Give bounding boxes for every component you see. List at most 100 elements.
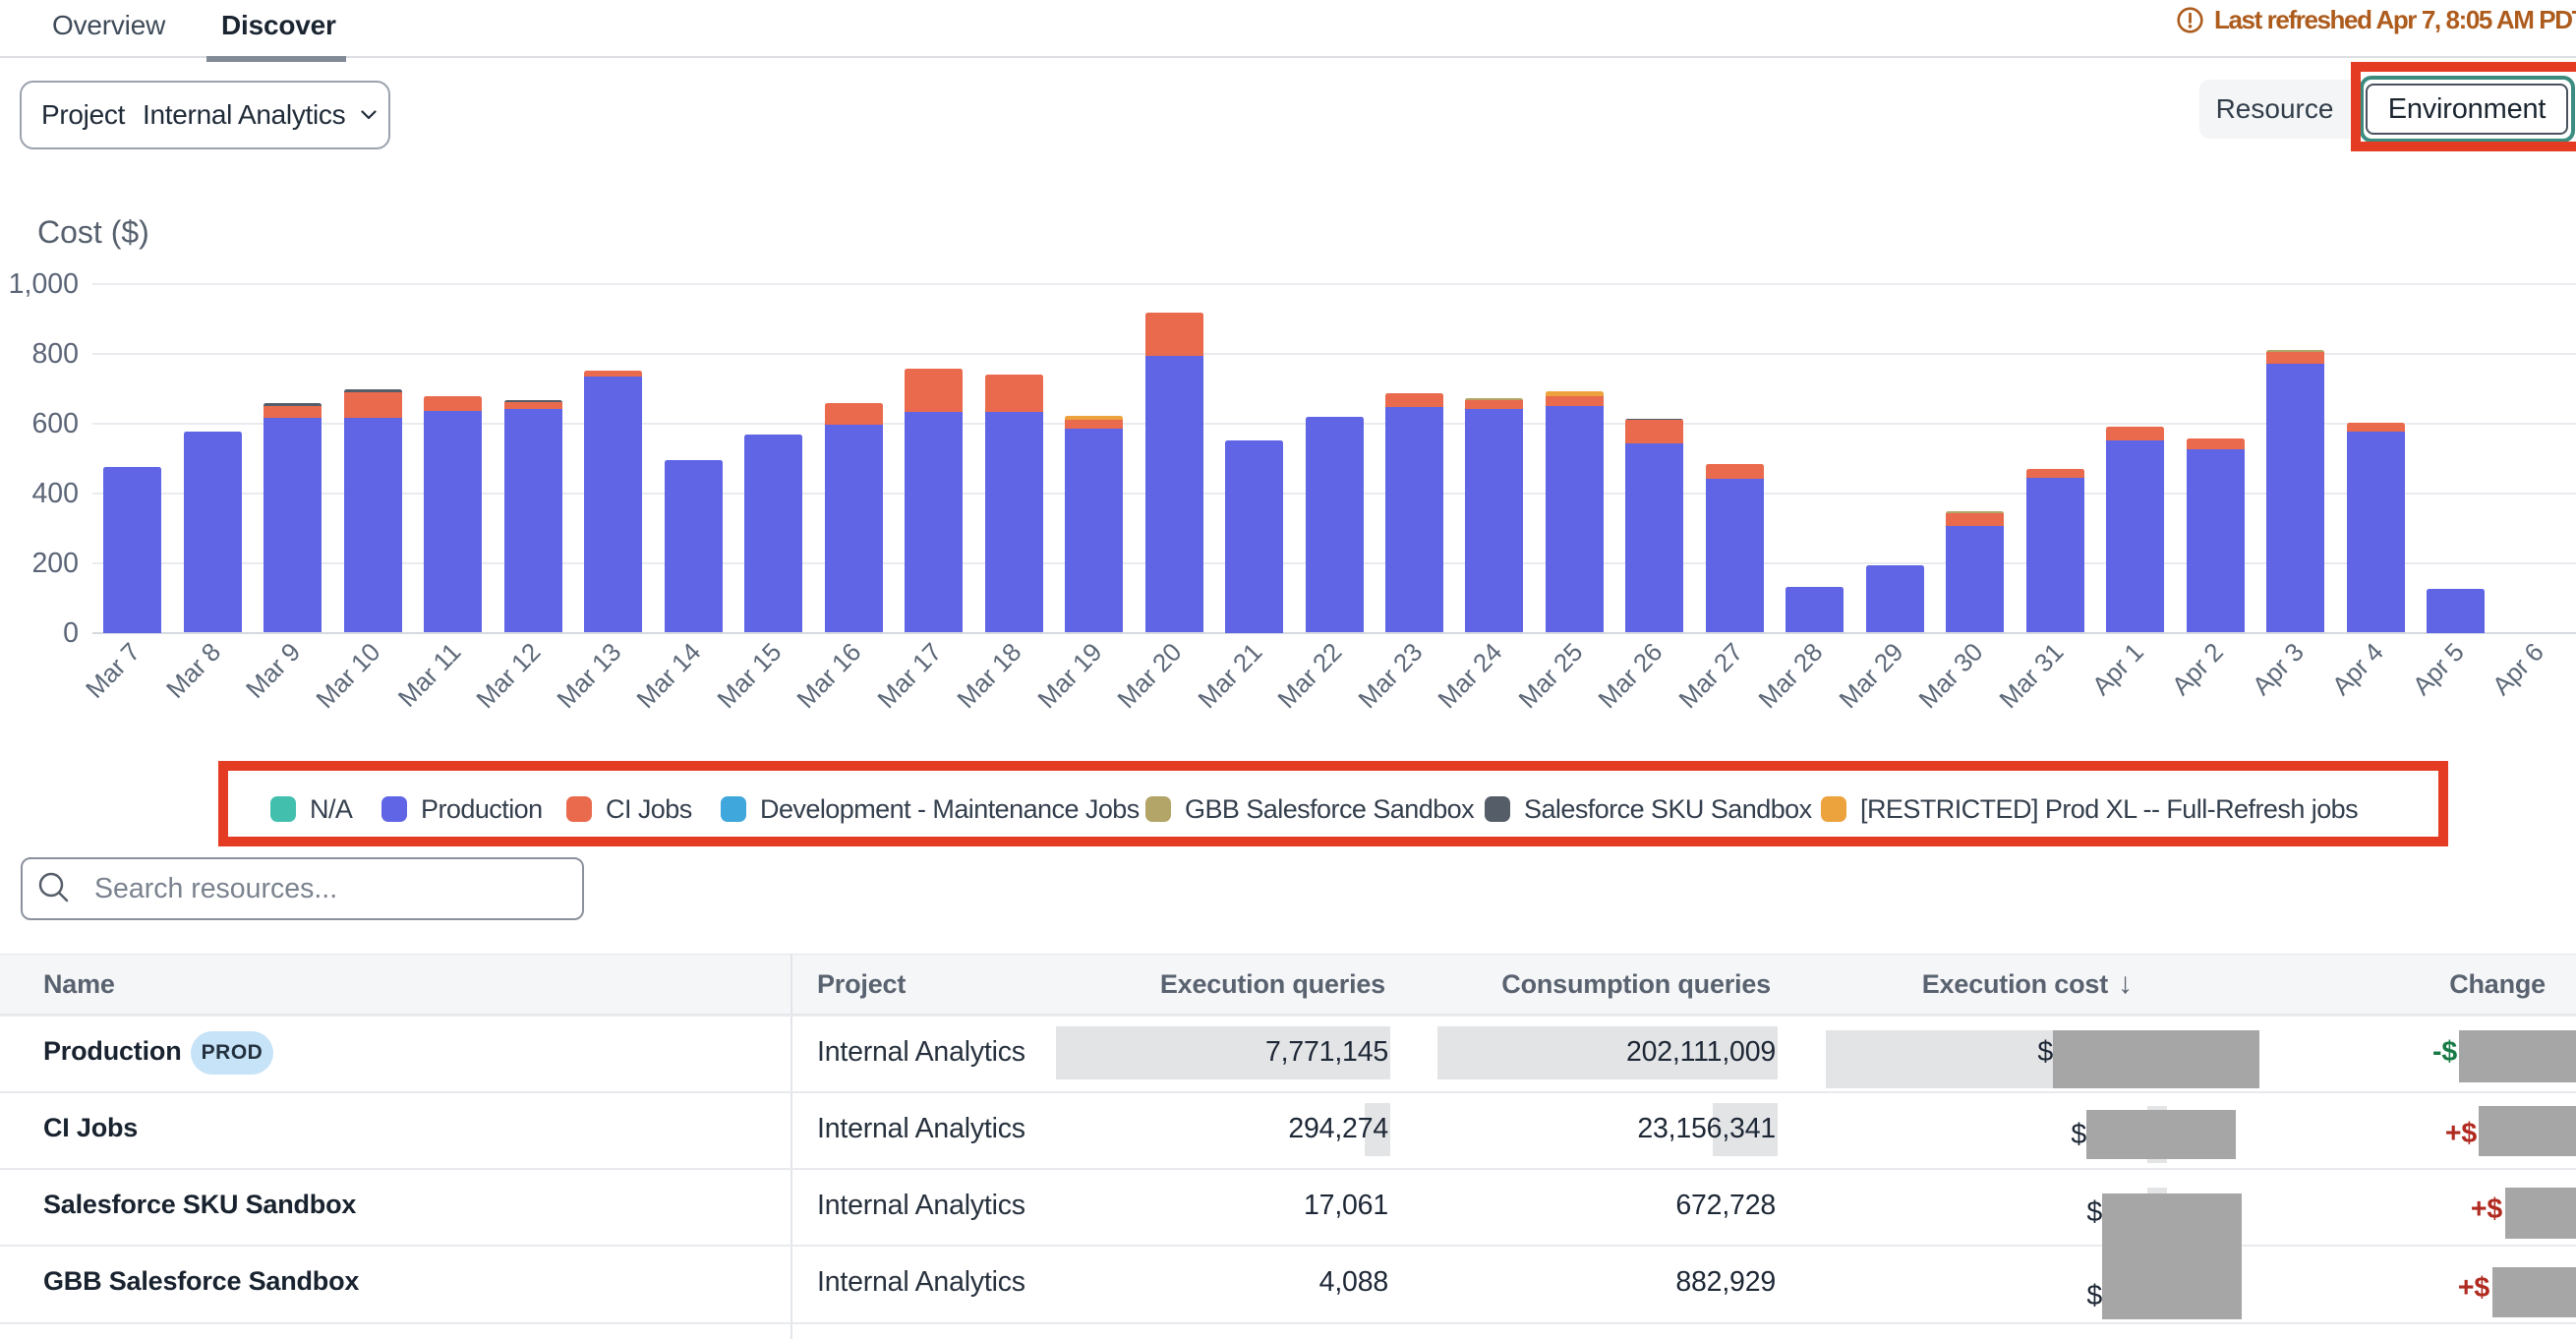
row-name[interactable]: Salesforce SKU Sandbox: [43, 1190, 356, 1220]
bar-segment: [985, 375, 1043, 412]
bar-mar-7[interactable]: [103, 467, 161, 633]
bar-mar-26[interactable]: [1625, 419, 1683, 632]
row-consumption-queries: 882,929: [1675, 1266, 1776, 1299]
bar-mar-31[interactable]: [2026, 469, 2084, 632]
bar-mar-13[interactable]: [584, 371, 642, 633]
bar-mar-15[interactable]: [744, 435, 802, 632]
bar-segment: [905, 412, 963, 632]
row-name[interactable]: Production: [43, 1036, 182, 1067]
x-axis-tick-label: Mar 23: [1352, 637, 1429, 715]
x-axis-tick-label: Mar 24: [1433, 637, 1509, 715]
y-axis-tick-label: 800: [0, 338, 79, 370]
x-axis-tick-label: Mar 28: [1753, 637, 1830, 715]
row-consumption-queries: 672,728: [1675, 1190, 1776, 1222]
x-axis-tick-label: Mar 20: [1112, 637, 1189, 715]
bar-mar-16[interactable]: [825, 403, 883, 632]
row-border: [0, 1168, 2576, 1170]
row-change: +$: [2471, 1193, 2502, 1226]
bar-mar-23[interactable]: [1385, 393, 1443, 633]
row-execution-cost: $: [2037, 1036, 2053, 1069]
search-resources-input[interactable]: Search resources...: [21, 857, 584, 920]
column-header-name[interactable]: Name: [43, 969, 115, 1000]
y-axis-tick-label: 400: [0, 478, 79, 509]
bar-apr-4[interactable]: [2347, 423, 2405, 633]
x-axis-tick-label: Mar 12: [471, 637, 548, 715]
bar-segment: [2106, 440, 2164, 632]
cost-bar-chart: 02004006008001,000Mar 7Mar 8Mar 9Mar 10M…: [0, 0, 2576, 767]
bar-mar-30[interactable]: [1946, 511, 2004, 633]
bar-segment: [504, 409, 562, 633]
column-header-change[interactable]: Change: [2449, 969, 2546, 1000]
x-axis-tick-label: Mar 7: [80, 637, 146, 705]
bar-mar-18[interactable]: [985, 375, 1043, 633]
bar-mar-11[interactable]: [424, 396, 482, 632]
bar-mar-20[interactable]: [1145, 313, 1203, 632]
gridline-y-1000: [92, 283, 2576, 285]
bar-mar-22[interactable]: [1306, 417, 1364, 633]
bar-mar-25[interactable]: [1546, 391, 1604, 633]
resources-table: Name Project Execution queries Consumption …: [0, 944, 2576, 1339]
column-header-consumption-queries[interactable]: Consumption queries: [1501, 969, 1771, 1000]
bar-apr-2[interactable]: [2187, 438, 2245, 632]
x-axis-tick-label: Mar 13: [551, 637, 627, 715]
y-axis-tick-label: 0: [0, 617, 79, 649]
bar-segment: [744, 435, 802, 632]
bar-segment: [825, 425, 883, 633]
bar-segment: [1465, 409, 1523, 633]
bar-mar-8[interactable]: [184, 432, 242, 633]
bar-mar-21[interactable]: [1225, 440, 1283, 632]
column-header-execution-cost[interactable]: Execution cost: [1922, 969, 2108, 1000]
y-axis-tick-label: 600: [0, 408, 79, 439]
bar-segment: [1866, 565, 1924, 633]
x-axis-tick-label: Mar 25: [1512, 637, 1589, 715]
bar-segment: [1065, 429, 1123, 632]
x-axis-tick-label: Mar 15: [711, 637, 788, 715]
row-execution-cost: $: [2086, 1196, 2102, 1229]
row-border: [0, 1322, 2576, 1324]
bar-segment: [2106, 427, 2164, 440]
bar-mar-14[interactable]: [665, 460, 723, 633]
column-header-project[interactable]: Project: [817, 969, 906, 1000]
bar-mar-28[interactable]: [1786, 587, 1844, 632]
bar-mar-27[interactable]: [1706, 464, 1764, 633]
x-axis-tick-label: Mar 21: [1192, 637, 1268, 715]
bar-segment: [2266, 364, 2324, 632]
row-execution-queries: 17,061: [1304, 1190, 1388, 1222]
bar-segment: [263, 406, 322, 418]
bar-mar-24[interactable]: [1465, 398, 1523, 632]
x-axis-tick-label: Mar 26: [1593, 637, 1669, 715]
bar-segment: [504, 402, 562, 409]
active-tab-underline: [206, 56, 346, 62]
row-execution-queries: 294,274: [1288, 1113, 1388, 1145]
bar-apr-5[interactable]: [2427, 589, 2485, 632]
row-project: Internal Analytics: [817, 1190, 1025, 1222]
bar-mar-12[interactable]: [504, 400, 562, 632]
row-name[interactable]: CI Jobs: [43, 1113, 138, 1143]
row-name[interactable]: GBB Salesforce Sandbox: [43, 1266, 359, 1297]
bar-mar-29[interactable]: [1866, 565, 1924, 633]
bar-segment: [1546, 396, 1604, 406]
bar-segment: [1065, 420, 1123, 429]
bar-segment: [2026, 469, 2084, 478]
bar-segment: [1946, 526, 2004, 632]
bar-mar-9[interactable]: [263, 403, 322, 633]
bar-apr-1[interactable]: [2106, 427, 2164, 632]
bar-mar-19[interactable]: [1065, 416, 1123, 632]
bar-mar-17[interactable]: [905, 369, 963, 632]
y-axis-tick-label: 200: [0, 548, 79, 579]
redaction-box: [2086, 1110, 2236, 1159]
search-placeholder: Search resources...: [94, 873, 337, 905]
bar-segment: [103, 467, 161, 633]
redaction-box: [2102, 1193, 2242, 1319]
bar-segment: [1145, 313, 1203, 355]
sort-descending-icon[interactable]: ↓: [2118, 967, 2133, 1001]
row-execution-queries: 7,771,145: [1265, 1036, 1388, 1069]
bar-mar-10[interactable]: [344, 389, 402, 632]
x-axis-tick-label: Mar 30: [1912, 637, 1989, 715]
column-header-execution-queries[interactable]: Execution queries: [1160, 969, 1385, 1000]
redaction-box: [2492, 1267, 2576, 1317]
x-axis-tick-label: Mar 29: [1833, 637, 1909, 715]
bar-apr-3[interactable]: [2266, 350, 2324, 632]
bar-segment: [2187, 449, 2245, 633]
x-axis-tick-label: Mar 11: [392, 637, 467, 713]
